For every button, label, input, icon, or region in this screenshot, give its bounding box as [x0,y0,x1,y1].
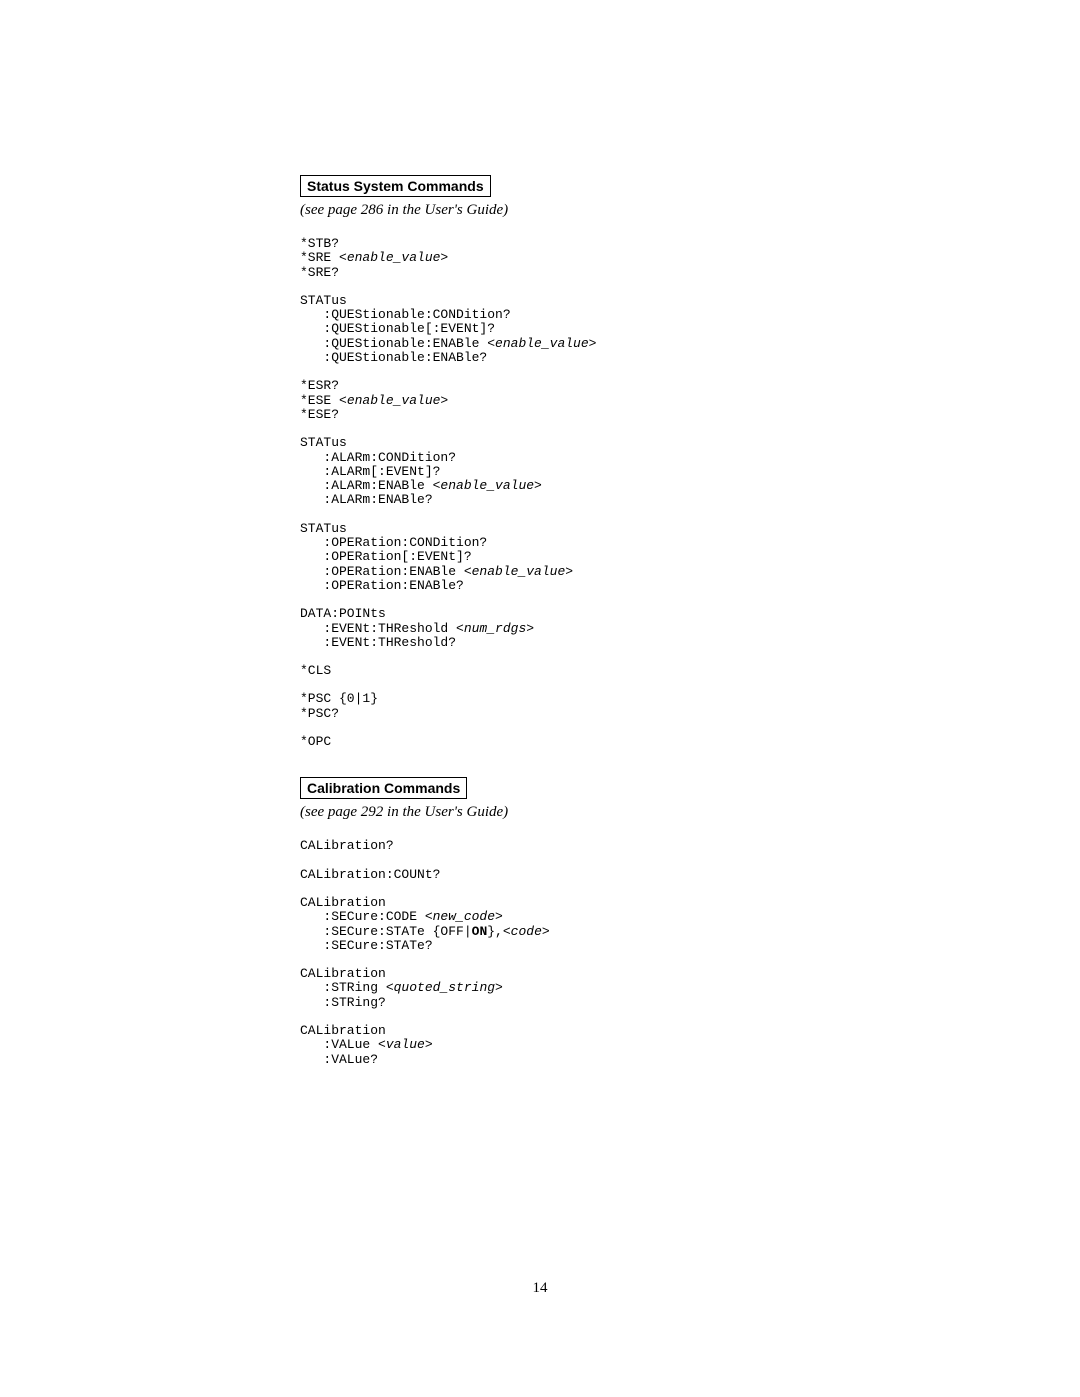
see-page-reference: (see page 292 in the User's Guide) [300,804,970,821]
command-line: :VALue? [300,1052,378,1067]
command-line: DATA:POINts [300,606,386,621]
command-line: CALibration [300,895,386,910]
command-line: :QUEStionable:ENABle? [300,350,487,365]
command-block: *OPC [300,735,970,749]
command-block: *CLS [300,664,970,678]
command-block: CALibration :VALue <value> :VALue? [300,1024,970,1067]
command-block: STATus :OPERation:CONDition? :OPERation[… [300,522,970,593]
command-block: *ESR? *ESE <enable_value> *ESE? [300,379,970,422]
command-line: :SECure:CODE <new_code> [300,909,503,924]
section: Status System Commands (see page 286 in t… [300,175,970,749]
command-line: STATus [300,521,347,536]
command-line: *OPC [300,734,331,749]
command-line: :ALARm:CONDition? [300,450,456,465]
command-line: CALibration [300,1023,386,1038]
command-block: DATA:POINts :EVENt:THReshold <num_rdgs> … [300,607,970,650]
command-block: *STB? *SRE <enable_value> *SRE? [300,237,970,280]
command-line: STATus [300,435,347,450]
command-line: :OPERation[:EVENt]? [300,549,472,564]
command-line: :VALue <value> [300,1037,433,1052]
command-line: :OPERation:ENABle? [300,578,464,593]
command-block: CALibration? [300,839,970,853]
command-line: :ALARm:ENABle <enable_value> [300,478,542,493]
command-line: :STRing <quoted_string> [300,980,503,995]
document-page: Status System Commands (see page 286 in t… [0,0,1080,1397]
command-line: STATus [300,293,347,308]
command-line: *ESR? [300,378,339,393]
command-line: CALibration? [300,838,394,853]
see-page-reference: (see page 286 in the User's Guide) [300,202,970,219]
command-line: :ALARm[:EVENt]? [300,464,440,479]
command-line: :QUEStionable:ENABle <enable_value> [300,336,596,351]
command-line: :QUEStionable:CONDition? [300,307,511,322]
command-line: :OPERation:ENABle <enable_value> [300,564,573,579]
section: Calibration Commands (see page 292 in the… [300,777,970,1067]
command-line: *SRE <enable_value> [300,250,448,265]
command-line: :EVENt:THReshold <num_rdgs> [300,621,534,636]
command-line: *ESE <enable_value> [300,393,448,408]
command-block: STATus :ALARm:CONDition? :ALARm[:EVENt]?… [300,436,970,507]
section-title: Calibration Commands [300,777,467,799]
command-line: *PSC {0|1} [300,691,378,706]
command-line: *SRE? [300,265,339,280]
command-line: :OPERation:CONDition? [300,535,487,550]
command-line: *ESE? [300,407,339,422]
page-number: 14 [0,1280,1080,1297]
command-block: CALibration:COUNt? [300,868,970,882]
command-line: :EVENt:THReshold? [300,635,456,650]
command-line: *STB? [300,236,339,251]
command-line: CALibration [300,966,386,981]
command-line: :ALARm:ENABle? [300,492,433,507]
command-block: CALibration :STRing <quoted_string> :STR… [300,967,970,1010]
section-title: Status System Commands [300,175,491,197]
document-content: Status System Commands (see page 286 in t… [300,175,970,1067]
command-line: :SECure:STATe? [300,938,433,953]
command-block: CALibration :SECure:CODE <new_code> :SEC… [300,896,970,953]
command-line: :QUEStionable[:EVENt]? [300,321,495,336]
command-line: *CLS [300,663,331,678]
command-line: CALibration:COUNt? [300,867,440,882]
command-block: STATus :QUEStionable:CONDition? :QUEStio… [300,294,970,365]
command-line: *PSC? [300,706,339,721]
command-line: :SECure:STATe {OFF|ON},<code> [300,924,550,939]
command-block: *PSC {0|1} *PSC? [300,692,970,721]
command-line: :STRing? [300,995,386,1010]
